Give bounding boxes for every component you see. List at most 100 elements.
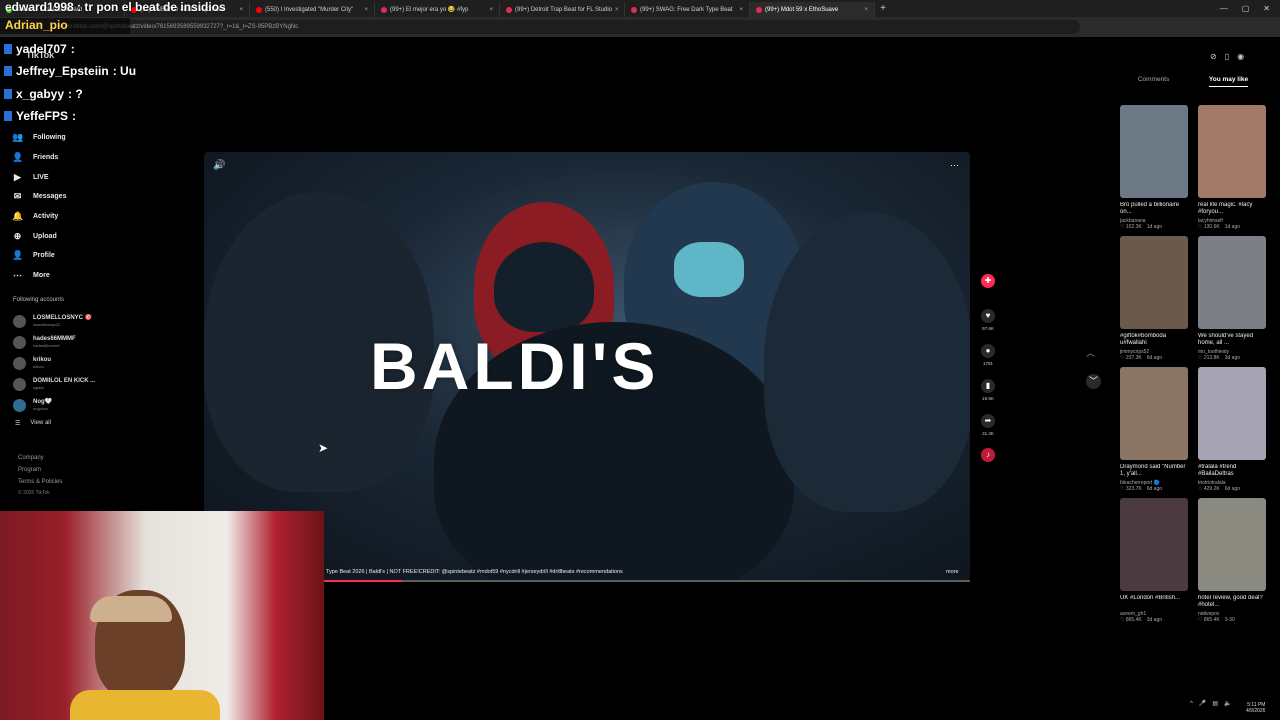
footer-link-company[interactable]: Company [18,452,62,464]
recommended-video-card[interactable]: hotel review, good deal? #hotel... native… [1198,498,1268,623]
footer-link-terms[interactable]: Terms & Policies [18,476,62,488]
live-icon: ▶ [14,171,21,182]
share-button[interactable]: ➦ 31.3K [979,414,997,436]
browser-tab[interactable]: (99+) SWAG: Free Dark Type Beat × [625,2,750,17]
video-thumbnail[interactable] [1198,367,1266,460]
browser-tab[interactable]: (550) I Investigated "Murder City" × [250,2,375,17]
avatar [13,377,26,391]
recommended-video-card[interactable]: #tralala #trend #BailaDeltras triotriotra… [1198,367,1268,492]
close-window-icon[interactable]: ✕ [1263,4,1270,13]
view-all-link[interactable]: ☰ View all [8,420,198,427]
video-thumbnail[interactable] [1120,105,1188,198]
tray-chevron-icon[interactable]: ^ [1190,701,1193,707]
like-count: ♡ 213.8K [1198,355,1220,361]
video-title-overlay: BALDI'S [370,329,660,403]
post-age: 6d ago [1146,355,1163,361]
sidebar-item-friends[interactable]: 👤 Friends [8,148,198,168]
comment-count: 1791 [982,361,993,366]
recommended-video-card[interactable]: Bro pulled a billionaire on... jackbanana… [1120,105,1190,230]
sidebar-item-more[interactable]: ⋯ More [8,266,198,286]
speaker-icon[interactable]: 🔈 [1224,700,1231,707]
avatar [13,398,26,412]
video-caption: Draymond said "Number 1, y'all... [1120,464,1186,477]
post-age: 3-30 [1224,617,1235,623]
like-count: ♡ 865.4K [1198,617,1220,623]
footer-link-program[interactable]: Program [18,464,62,476]
minimize-icon[interactable]: — [1220,4,1228,13]
close-icon[interactable]: × [489,7,493,13]
video-figure [764,212,970,512]
following-account[interactable]: krikou krikou [8,353,198,374]
chat-badge-icon [4,111,12,121]
sidebar-footer: Company Program Terms & Policies © 2026 … [18,452,62,498]
following-account[interactable]: Nog🤍 nogchoo [8,395,198,416]
video-meta: ♡ 237.3K 6d ago [1120,355,1190,361]
next-video-button[interactable]: ﹀ [1086,374,1101,389]
browser-tab[interactable]: (99+) Detroit Trap Beat for FL Studio × [500,2,625,17]
creator-avatar[interactable]: ✚ [979,274,997,288]
maximize-icon[interactable]: ▢ [1242,4,1250,13]
sidebar-item-live[interactable]: ▶ LIVE [8,167,198,187]
like-button[interactable]: ♥ 97.6K [979,309,997,331]
video-thumbnail[interactable] [1198,236,1266,329]
recommended-video-card[interactable]: real life magic. #lacy #foryou... lacyhim… [1198,105,1268,230]
video-thumbnail[interactable] [1120,236,1188,329]
tab-comments[interactable]: Comments [1138,76,1169,87]
volume-icon[interactable]: 🔊 [213,160,225,171]
comment-button[interactable]: ● 1791 [979,344,997,366]
video-caption: UK #London #British... [1120,595,1181,601]
video-figure [494,242,594,332]
recommended-video-card[interactable]: Draymond said "Number 1, y'all... bleache… [1120,367,1190,492]
video-progress-bar[interactable] [324,580,970,582]
system-clock[interactable]: 5:11 PM 4/9/2026 [1246,702,1265,714]
video-thumbnail[interactable] [1120,367,1188,460]
tiktok-logo[interactable]: TikTok [26,50,54,60]
panel-toolbar: ⊘ ▯ ◉ [1210,52,1244,61]
sidebar-item-activity[interactable]: 🔔 Activity [8,207,198,227]
avatar[interactable]: ◉ [1237,52,1244,61]
sidebar-item-messages[interactable]: ✉ Messages [8,187,198,207]
new-tab-button[interactable]: + [875,3,891,14]
avatar [13,314,26,328]
caption-more-link[interactable]: more [946,569,959,575]
sidebar-item-profile[interactable]: 👤 Profile [8,246,198,266]
browser-tab-active[interactable]: (99+) Mdot 59 x EthoSuave × [750,2,875,17]
music-disc[interactable]: ♪ [979,448,997,462]
recommended-video-card[interactable]: We should've stayed home, all ... mo_toot… [1198,236,1268,361]
browser-tab[interactable]: (99+) El mejor era yo 😂 #fyp × [375,2,500,17]
mouse-cursor-icon: ➤ [318,441,329,455]
video-thumbnail[interactable] [1120,498,1188,591]
close-icon[interactable]: × [239,7,243,13]
following-account[interactable]: DOMIILOL EN KICK ... ogdiol [8,374,198,395]
tab-you-may-like[interactable]: You may like [1208,76,1249,87]
sidebar-item-upload[interactable]: ⊕ Upload [8,226,198,246]
video-thumbnail[interactable] [1198,105,1266,198]
save-button[interactable]: ▮ 19.5K [979,379,997,401]
recommended-video-card[interactable]: #giftok#bomboda u#fwallahi jimmycrips52 ♡ … [1120,236,1190,361]
sidebar: 👥 Following 👤 Friends ▶ LIVE ✉ Messages 🔔 Act… [8,128,198,427]
video-menu-icon[interactable]: ⋯ [950,160,959,171]
close-icon[interactable]: × [364,7,368,13]
mic-icon[interactable]: 🎤 [1199,700,1206,707]
close-icon[interactable]: × [615,7,619,13]
chat-message: Jeffrey_Epsteiin: Uu [4,64,136,78]
previous-video-button[interactable]: ︿ [1086,346,1095,359]
video-thumbnail[interactable] [1198,498,1266,591]
following-account[interactable]: LOSMELLOSNYC 🎯 losmellosnyc22 [8,311,198,332]
bookmark-icon: ▮ [981,379,995,393]
avatar: ✚ [981,274,995,288]
block-icon[interactable]: ⊘ [1210,52,1217,61]
following-account[interactable]: hades66MMMF hades66mmmf [8,332,198,353]
recommended-video-card[interactable]: UK #London #British... azeem_gh1 ♡ 865.4K 3… [1120,498,1190,623]
video-figure [674,242,744,297]
address-bar-row: ← → ⟳ www.tiktok.com/@spintebeatz/video/… [0,17,1280,37]
network-icon[interactable]: ▤ [1212,700,1218,707]
close-icon[interactable]: × [864,7,868,13]
post-age: 3d ago [1224,355,1241,361]
like-count: ♡ 429.2K [1198,486,1220,492]
copy-icon[interactable]: ▯ [1225,52,1229,61]
post-age: 1d ago [1224,224,1241,230]
sidebar-item-following[interactable]: 👥 Following [8,128,198,148]
url-input[interactable]: www.tiktok.com/@spintebeatz/video/761569… [49,20,1080,34]
close-icon[interactable]: × [739,7,743,13]
